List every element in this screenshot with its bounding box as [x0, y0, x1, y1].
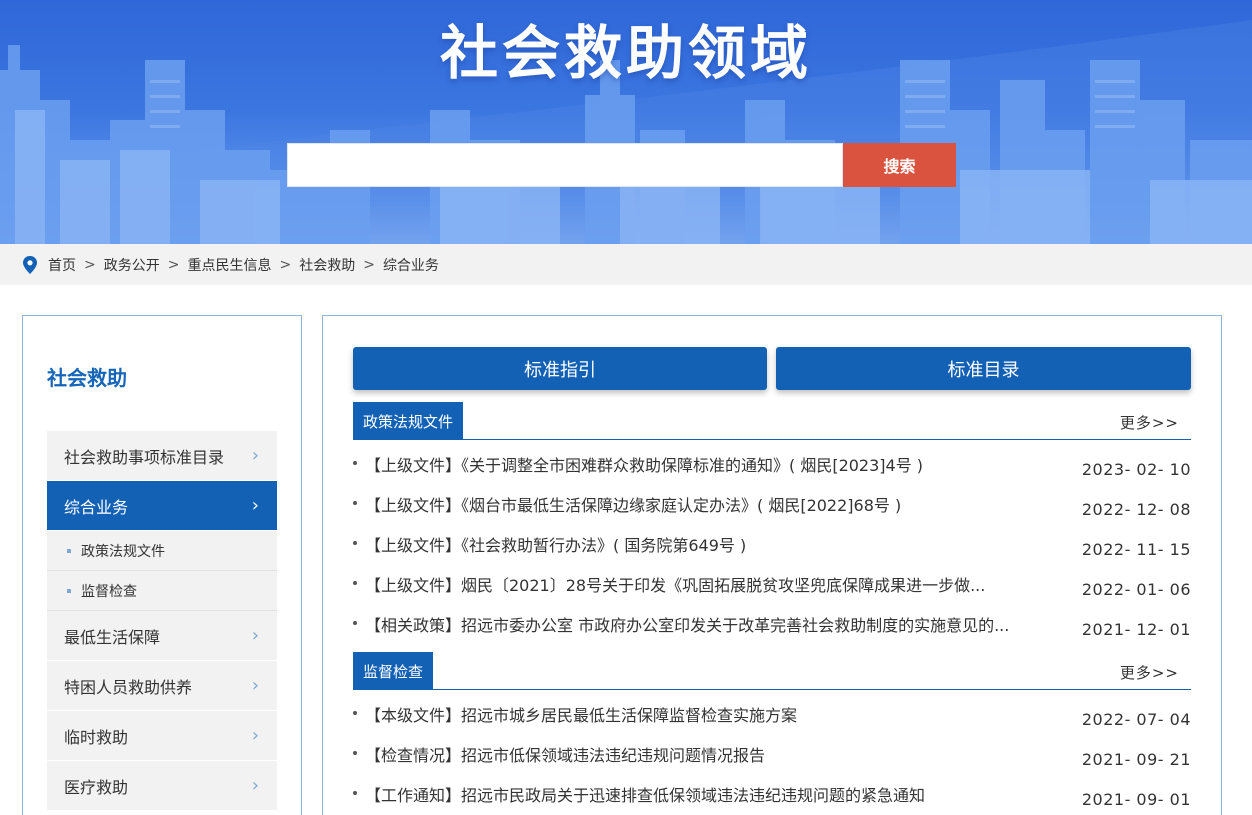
chevron-right-icon: ›	[251, 775, 259, 796]
breadcrumb-gov-affairs[interactable]: 政务公开	[104, 255, 160, 275]
news-title-link[interactable]: 【检查情况】招远市低保领域违法违纪违规问题情况报告	[365, 742, 1055, 766]
bullet-icon	[353, 711, 357, 715]
search-input[interactable]	[288, 144, 842, 186]
sidebar-menu: 社会救助事项标准目录 › 综合业务 › 政策法规文件 监督检查 最低生活保障 ›…	[47, 431, 277, 811]
sidebar-item-comprehensive-business[interactable]: 综合业务 ›	[47, 481, 277, 531]
more-link[interactable]: 更多>>	[1120, 412, 1179, 433]
sidebar-item-label: 医疗救助	[64, 777, 129, 797]
list-item: 【上级文件】《社会救助暂行办法》( 国务院第649号 ) 2022- 11- 1…	[353, 528, 1191, 568]
sidebar-item-label: 社会救助事项标准目录	[64, 447, 225, 467]
bullet-icon	[353, 751, 357, 755]
sidebar-item-label: 综合业务	[64, 497, 129, 517]
breadcrumb-separator: >	[363, 256, 375, 273]
news-date: 2021- 09- 21	[1081, 750, 1191, 769]
list-item: 【检查情况】招远市低保领域违法违纪违规问题情况报告 2021- 09- 21	[353, 738, 1191, 778]
breadcrumb-separator: >	[279, 256, 292, 273]
sidebar-item-label: 特困人员救助供养	[64, 677, 193, 697]
sidebar-item-label: 最低生活保障	[64, 627, 161, 647]
sidebar-item-temporary-assistance[interactable]: 临时救助 ›	[47, 711, 277, 761]
sidebar-item-medical-assistance[interactable]: 医疗救助 ›	[47, 761, 277, 811]
news-date: 2022- 12- 08	[1081, 500, 1191, 519]
sidebar-item-standard-catalog[interactable]: 社会救助事项标准目录 ›	[47, 431, 277, 481]
sidebar-subitem-label: 政策法规文件	[81, 543, 165, 560]
bullet-icon	[353, 501, 357, 505]
section-header-policy: 政策法规文件 更多>>	[353, 402, 1191, 440]
sidebar-item-special-hardship[interactable]: 特困人员救助供养 ›	[47, 661, 277, 711]
supervision-news-list: 【本级文件】招远市城乡居民最低生活保障监督检查实施方案 2022- 07- 04…	[353, 698, 1191, 815]
bullet-icon	[353, 541, 357, 545]
sidebar-subitem-policy-docs[interactable]: 政策法规文件	[47, 531, 277, 571]
sidebar-subitem-label: 监督检查	[81, 583, 137, 600]
section-header-supervision: 监督检查 更多>>	[353, 652, 1191, 690]
page-title: 社会救助领域	[439, 19, 812, 87]
news-title-link[interactable]: 【相关政策】招远市委办公室 市政府办公室印发关于改革完善社会救助制度的实施意见的…	[365, 612, 1055, 636]
location-pin-icon	[23, 255, 37, 274]
news-date: 2021- 12- 01	[1081, 620, 1191, 639]
breadcrumb-home[interactable]: 首页	[48, 255, 76, 275]
bullet-icon	[67, 548, 71, 553]
list-item: 【本级文件】招远市城乡居民最低生活保障监督检查实施方案 2022- 07- 04	[353, 698, 1191, 738]
sidebar-title: 社会救助	[47, 366, 127, 390]
standard-guide-button[interactable]: 标准指引	[353, 347, 767, 390]
bullet-icon	[353, 581, 357, 585]
news-title-link[interactable]: 【本级文件】招远市城乡居民最低生活保障监督检查实施方案	[365, 702, 1055, 726]
list-item: 【上级文件】《关于调整全市困难群众救助保障标准的通知》( 烟民[2023]4号 …	[353, 448, 1191, 488]
breadcrumb-livelihood[interactable]: 重点民生信息	[187, 255, 271, 275]
main-content: 标准指引 标准目录 政策法规文件 更多>> 【上级文件】《关于调整全市困难群众救…	[322, 315, 1222, 815]
news-title-link[interactable]: 【上级文件】《社会救助暂行办法》( 国务院第649号 )	[365, 532, 1055, 556]
news-date: 2022- 11- 15	[1081, 540, 1191, 559]
news-title-link[interactable]: 【上级文件】《烟台市最低生活保障边缘家庭认定办法》( 烟民[2022]68号 )	[365, 492, 1055, 516]
bullet-icon	[353, 621, 357, 625]
chevron-right-icon: ›	[251, 495, 259, 516]
list-item: 【上级文件】《烟台市最低生活保障边缘家庭认定办法》( 烟民[2022]68号 )…	[353, 488, 1191, 528]
list-item: 【相关政策】招远市委办公室 市政府办公室印发关于改革完善社会救助制度的实施意见的…	[353, 608, 1191, 648]
policy-news-list: 【上级文件】《关于调整全市困难群众救助保障标准的通知》( 烟民[2023]4号 …	[353, 448, 1191, 648]
breadcrumb-separator: >	[84, 256, 96, 273]
breadcrumb: 首页 > 政务公开 > 重点民生信息 > 社会救助 > 综合业务	[0, 244, 1252, 285]
news-date: 2021- 09- 01	[1081, 790, 1191, 809]
section-label: 政策法规文件	[353, 402, 464, 440]
sidebar-subitem-supervision[interactable]: 监督检查	[47, 571, 277, 611]
breadcrumb-current[interactable]: 综合业务	[383, 255, 439, 275]
bullet-icon	[353, 791, 357, 795]
search-button[interactable]: 搜索	[843, 143, 956, 187]
more-link[interactable]: 更多>>	[1120, 662, 1179, 683]
news-title-link[interactable]: 【工作通知】招远市民政局关于迅速排查低保领域违法违纪违规问题的紧急通知	[365, 782, 1055, 806]
list-item: 【上级文件】烟民〔2021〕28号关于印发《巩固拓展脱贫攻坚兜底保障成果进一步做…	[353, 568, 1191, 608]
standard-catalog-button[interactable]: 标准目录	[776, 347, 1191, 390]
section-label: 监督检查	[353, 652, 434, 690]
chevron-right-icon: ›	[251, 445, 259, 466]
news-date: 2022- 01- 06	[1081, 580, 1191, 599]
news-title-link[interactable]: 【上级文件】烟民〔2021〕28号关于印发《巩固拓展脱贫攻坚兜底保障成果进一步做…	[365, 572, 1055, 596]
news-title-link[interactable]: 【上级文件】《关于调整全市困难群众救助保障标准的通知》( 烟民[2023]4号 …	[365, 452, 1055, 476]
news-date: 2022- 07- 04	[1081, 710, 1191, 729]
bullet-icon	[353, 461, 357, 465]
bullet-icon	[67, 588, 71, 593]
search-box	[287, 143, 843, 187]
chevron-right-icon: ›	[251, 625, 259, 646]
news-date: 2023- 02- 10	[1081, 460, 1191, 479]
list-item: 【工作通知】招远市民政局关于迅速排查低保领域违法违纪违规问题的紧急通知 2021…	[353, 778, 1191, 815]
chevron-right-icon: ›	[251, 725, 259, 746]
header-banner: 社会救助领域	[0, 0, 1252, 244]
breadcrumb-social-assistance[interactable]: 社会救助	[299, 255, 355, 275]
sidebar-item-minimum-living[interactable]: 最低生活保障 ›	[47, 611, 277, 661]
chevron-right-icon: ›	[251, 675, 259, 696]
breadcrumb-separator: >	[167, 256, 180, 273]
sidebar: 社会救助 社会救助事项标准目录 › 综合业务 › 政策法规文件 监督检查 最低生…	[22, 315, 302, 815]
sidebar-item-label: 临时救助	[64, 727, 129, 747]
